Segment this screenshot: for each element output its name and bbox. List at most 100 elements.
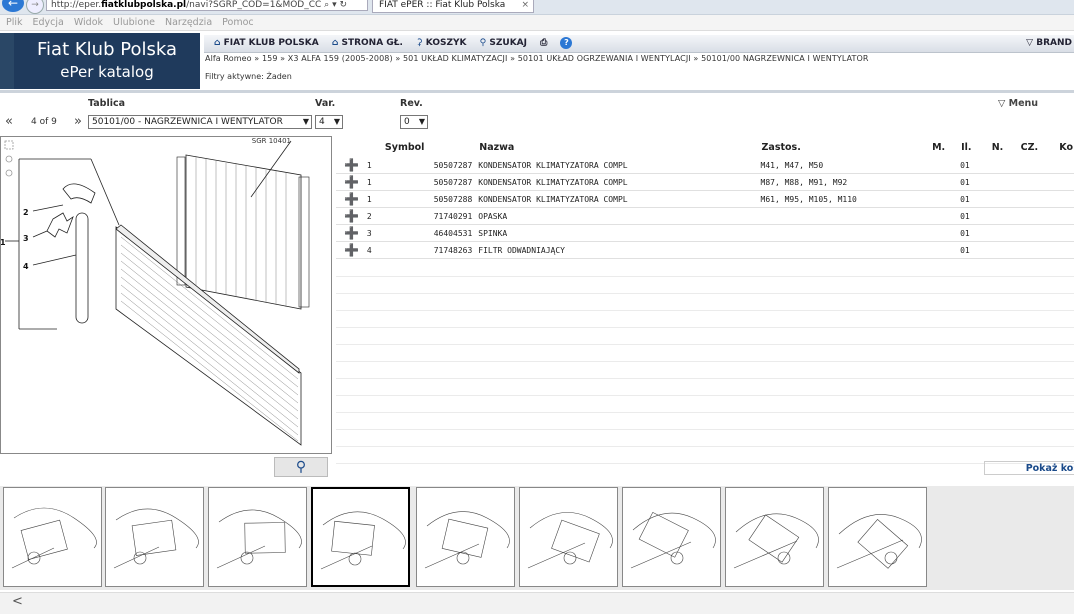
part-symbol: 50507287 [383,173,479,191]
part-symbol: 71748263 [383,241,479,259]
browser-tab[interactable]: FIAT ePER :: Fiat Klub Polska × [372,0,534,13]
nav-strona-glowna[interactable]: ⌂ STRONA GŁ. [332,35,403,52]
tab-title: FIAT ePER :: Fiat Klub Polska [379,0,506,10]
var-select[interactable]: 4 ▼ [315,115,343,129]
add-to-cart-icon[interactable]: ➕ [336,207,367,225]
parts-diagram[interactable]: SGR 10401 1 2 3 4 [0,136,332,454]
table-row[interactable]: ➕ 3 46404531 SPINKA 01 [336,224,1074,242]
add-to-cart-icon[interactable]: ➕ [336,224,367,242]
callout-1[interactable]: 1 [0,238,6,247]
part-zastos [760,207,932,225]
part-ko [1058,190,1074,208]
part-ref: 1 [366,157,384,174]
diagram-thumbnail[interactable] [3,487,102,587]
nav-label: KOSZYK [425,38,467,48]
print-icon[interactable]: ⎙ [540,35,547,52]
part-symbol: 46404531 [383,224,479,242]
nav-szukaj[interactable]: ⚲ SZUKAJ [480,35,527,52]
part-il: 01 [960,157,991,174]
menu-pomoc[interactable]: Pomoc [222,15,254,30]
table-header-row: Symbol Nazwa Zastos. M. Il. N. CZ. Ko [336,138,1074,157]
site-logo[interactable]: Fiat Klub Polska ePer katalog [14,33,200,89]
diagram-thumbnail[interactable] [105,487,204,587]
add-to-cart-icon[interactable]: ➕ [336,173,367,191]
part-name: SPINKA [478,224,761,242]
menu-bar: Plik Edycja Widok Ulubione Narzędzia Pomoc [0,15,1074,31]
menu-edycja[interactable]: Edycja [33,15,64,30]
chevron-down-icon: ▼ [333,117,340,126]
breadcrumb[interactable]: Alfa Romeo » 159 » X3 ALFA 159 (2005-200… [205,54,869,63]
part-zastos [760,224,932,242]
table-row[interactable]: ➕ 1 50507287 KONDENSATOR KLIMATYZATORA COMP… [336,157,1074,174]
part-n [990,224,1020,242]
tablica-select-value: 50101/00 - NAGRZEWNICA I WENTYLATOR [92,117,283,127]
tablica-label: Tablica [88,98,126,109]
parts-table: Symbol Nazwa Zastos. M. Il. N. CZ. Ko ➕ 1… [336,138,1074,259]
part-cz [1019,173,1059,191]
nav-fiat-klub-polska[interactable]: ⌂ FIAT KLUB POLSKA [214,35,319,52]
part-n [990,173,1020,191]
col-zastos: Zastos. [761,142,801,153]
part-symbol: 71740291 [383,207,479,225]
cart-icon: ⚳ [416,38,423,48]
diagram-thumbnail[interactable] [519,487,618,587]
menu-widok[interactable]: Widok [74,15,103,30]
col-n: N. [991,142,1004,153]
menu-ulubione[interactable]: Ulubione [113,15,155,30]
rev-select[interactable]: 0 ▼ [400,115,428,129]
help-icon[interactable]: ? [560,36,573,49]
brand-menu[interactable]: ▽ BRAND [1026,35,1072,52]
part-il: 01 [960,224,991,242]
callout-3[interactable]: 3 [23,234,29,243]
part-ko [1058,157,1074,174]
part-zastos: M61, M95, M105, M110 [760,190,932,208]
add-to-cart-icon[interactable]: ➕ [336,157,367,174]
diagram-drawing: SGR 10401 1 2 3 4 [0,137,310,446]
diagram-thumbnail[interactable] [828,487,927,587]
nav-koszyk[interactable]: ⚳ KOSZYK [416,35,466,52]
callout-4[interactable]: 4 [23,262,29,271]
url-domain: fiatklubpolska.pl [101,0,187,10]
address-bar[interactable]: http://eper.fiatklubpolska.pl/navi?SGRP_… [46,0,368,11]
part-name: FILTR ODWADNIAJĄCY [478,241,761,259]
diagram-thumbnail[interactable] [725,487,824,587]
tab-close-icon[interactable]: × [521,0,529,12]
table-row[interactable]: ➕ 1 50507288 KONDENSATOR KLIMATYZATORA COMP… [336,190,1074,208]
diagram-thumbnail[interactable] [311,487,410,587]
part-n [990,241,1020,259]
diagram-thumbnail[interactable] [622,487,721,587]
menu-plik[interactable]: Plik [6,15,23,30]
zoom-button[interactable]: ⚲ [274,457,328,477]
home-icon: ⌂ [214,38,221,48]
show-cart-button[interactable]: Pokaż kos [984,461,1074,475]
part-ref: 3 [366,224,384,242]
next-table-button[interactable]: » [74,114,82,129]
scroll-left-button[interactable]: < [12,594,23,609]
diagram-thumbnail[interactable] [416,487,515,587]
table-row[interactable]: ➕ 4 71748263 FILTR ODWADNIAJĄCY 01 [336,241,1074,259]
callout-2[interactable]: 2 [23,208,29,217]
part-m [931,207,961,225]
menu-toggle[interactable]: ▽ Menu [998,98,1038,109]
prev-table-button[interactable]: « [5,114,13,129]
part-m [931,224,961,242]
part-name: KONDENSATOR KLIMATYZATORA COMPL [478,173,761,191]
part-il: 01 [960,207,991,225]
chevron-down-icon: ▼ [302,117,309,126]
col-cart [336,138,367,157]
search-icon: ⚲ [295,459,307,475]
part-ko [1058,224,1074,242]
part-m [931,241,961,259]
chevron-down-icon: ▼ [418,117,425,126]
url-prefix: http://eper. [51,0,102,10]
part-cz [1019,190,1059,208]
part-ref: 4 [366,241,384,259]
add-to-cart-icon[interactable]: ➕ [336,241,367,259]
table-row[interactable]: ➕ 2 71740291 OPASKA 01 [336,207,1074,225]
tablica-select[interactable]: 50101/00 - NAGRZEWNICA I WENTYLATOR ▼ [88,115,312,129]
diagram-thumbnail[interactable] [208,487,307,587]
menu-narzedzia[interactable]: Narzędzia [165,15,212,30]
logo-line1: Fiat Klub Polska [37,39,177,60]
table-row[interactable]: ➕ 1 50507287 KONDENSATOR KLIMATYZATORA COMP… [336,173,1074,191]
add-to-cart-icon[interactable]: ➕ [336,190,367,208]
